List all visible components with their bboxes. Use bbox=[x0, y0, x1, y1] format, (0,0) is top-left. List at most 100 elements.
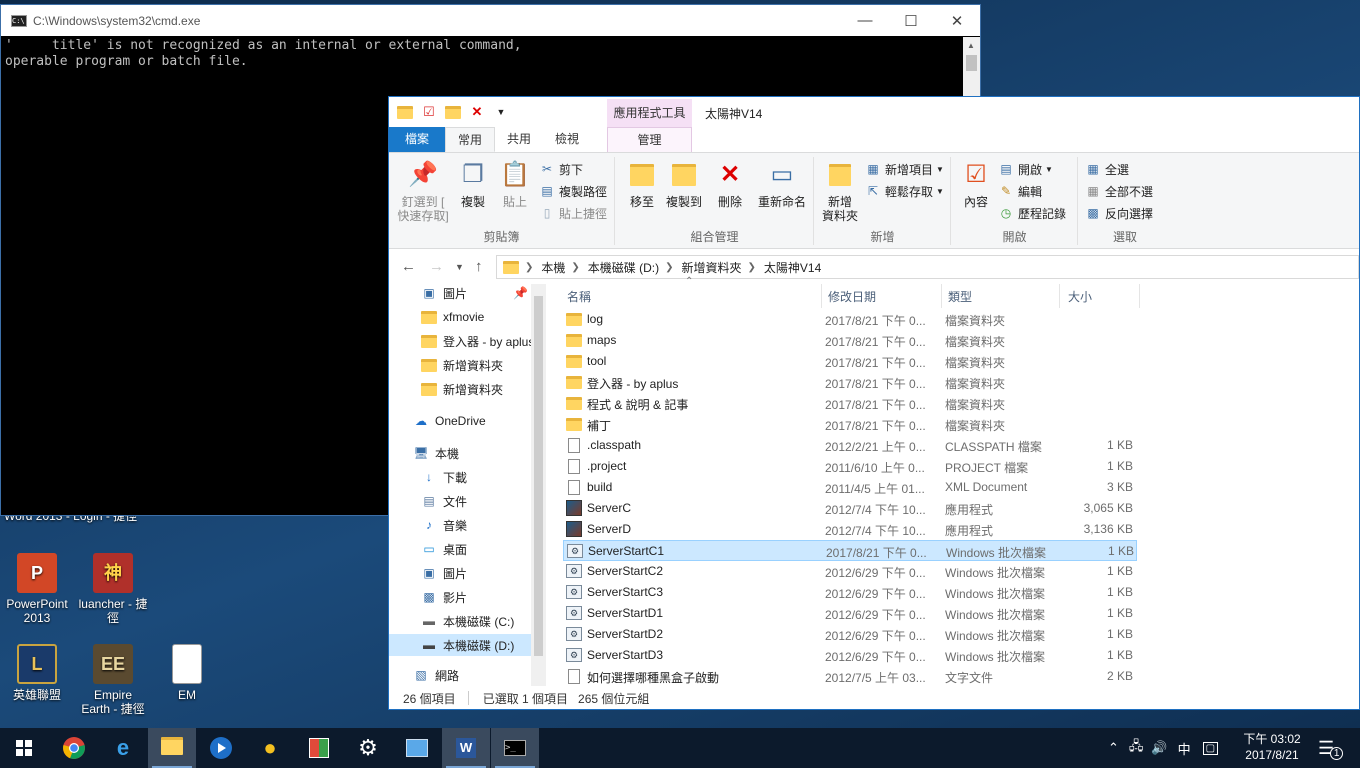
file-row[interactable]: ⚙ ServerStartC2 2012/6/29 下午 0... Windows 批… bbox=[563, 561, 1137, 582]
new-folder-button[interactable]: 新增 資料夾 bbox=[819, 159, 861, 223]
pin-quick-access-button[interactable]: 📌 釘選到 [ 快速存取] bbox=[395, 159, 451, 224]
file-row[interactable]: 補丁 2017/8/21 下午 0... 檔案資料夾 bbox=[563, 414, 1137, 435]
nav-item-downloads[interactable]: ↓ 下載 bbox=[421, 466, 467, 488]
taskbar-settings[interactable]: ⚙ bbox=[344, 728, 392, 768]
file-row[interactable]: 程式 & 說明 & 記事 2017/8/21 下午 0... 檔案資料夾 bbox=[563, 393, 1137, 414]
cmd-output[interactable]: ' title' is not recognized as an interna… bbox=[1, 36, 980, 72]
close-button[interactable]: ✕ bbox=[934, 5, 980, 36]
tab-share[interactable]: 共用 bbox=[495, 127, 543, 152]
file-row[interactable]: ⚙ ServerStartD2 2012/6/29 下午 0... Windows 批… bbox=[563, 624, 1137, 645]
invert-selection-button[interactable]: ▩ 反向選擇 bbox=[1085, 203, 1153, 223]
paste-button[interactable]: 📋 貼上 bbox=[495, 159, 535, 210]
maximize-button[interactable]: ☐ bbox=[888, 5, 934, 36]
desktop-icon-league[interactable]: L 英雄聯盟 bbox=[0, 644, 74, 702]
properties-button[interactable]: ☑ 內容 bbox=[956, 159, 996, 210]
history-button[interactable]: ◷ 歷程記錄 bbox=[998, 203, 1066, 223]
ime-mode-icon[interactable]: ▢ bbox=[1202, 741, 1219, 755]
start-button[interactable] bbox=[0, 728, 48, 768]
column-header-date[interactable]: 修改日期 bbox=[828, 284, 876, 308]
taskbar-word[interactable]: W bbox=[442, 728, 490, 768]
tab-file[interactable]: 檔案 bbox=[389, 127, 446, 152]
volume-icon[interactable]: 🔊 bbox=[1151, 740, 1167, 756]
file-row[interactable]: ⚙ ServerStartC3 2012/6/29 下午 0... Windows 批… bbox=[563, 582, 1137, 603]
scroll-up-icon[interactable]: ▲ bbox=[967, 41, 975, 50]
easy-access-button[interactable]: ⇱ 輕鬆存取 ▼ bbox=[865, 181, 944, 201]
edit-button[interactable]: ✎ 編輯 bbox=[998, 181, 1042, 201]
nav-item-launcher[interactable]: 登入器 - by aplus bbox=[421, 330, 534, 352]
nav-item-drive-d[interactable]: ▬ 本機磁碟 (D:) bbox=[389, 634, 531, 656]
nav-item-drive-c[interactable]: ▬ 本機磁碟 (C:) bbox=[421, 610, 514, 632]
nav-item-this-pc[interactable]: 🖥 本機 bbox=[413, 442, 459, 464]
column-header-type[interactable]: 類型 bbox=[948, 284, 972, 308]
copy-button[interactable]: ❐ 複製 bbox=[453, 159, 493, 210]
file-list[interactable]: ⌃ 名稱 修改日期 類型 大小 log 2017/8/21 下午 0... 檔案資料… bbox=[559, 276, 1359, 687]
paste-shortcut-button[interactable]: ▯ 貼上捷徑 bbox=[539, 203, 607, 223]
scrollbar-thumb[interactable] bbox=[534, 296, 543, 656]
file-row[interactable]: .classpath 2012/2/21 上午 0... CLASSPATH 檔案 1… bbox=[563, 435, 1137, 456]
taskbar-app-grid[interactable] bbox=[295, 728, 343, 768]
nav-item-pictures-2[interactable]: ▣ 圖片 bbox=[421, 562, 467, 584]
tab-manage[interactable]: 管理 bbox=[607, 127, 692, 152]
cmd-titlebar[interactable]: C:\ C:\Windows\system32\cmd.exe — ☐ ✕ bbox=[1, 5, 980, 36]
column-header-size[interactable]: 大小 bbox=[1068, 284, 1092, 308]
nav-item-new-folder[interactable]: 新增資料夾 bbox=[421, 354, 503, 376]
file-row[interactable]: 如何選擇哪種黑盒子啟動 2012/7/5 上午 03... 文字文件 2 KB bbox=[563, 666, 1137, 687]
tab-home[interactable]: 常用 bbox=[445, 127, 496, 152]
network-icon[interactable]: 🖧 bbox=[1129, 737, 1144, 759]
taskbar-chrome[interactable] bbox=[50, 728, 98, 768]
file-row[interactable]: maps 2017/8/21 下午 0... 檔案資料夾 bbox=[563, 330, 1137, 351]
desktop-icon-em[interactable]: EM bbox=[150, 644, 224, 702]
action-center-button[interactable]: ☰ 1 bbox=[1318, 728, 1344, 768]
taskbar-app-yellow[interactable]: ● bbox=[246, 728, 294, 768]
move-to-button[interactable]: 移至 bbox=[624, 159, 660, 209]
file-row[interactable]: ServerD 2012/7/4 下午 10... 應用程式 3,136 KB bbox=[563, 519, 1137, 540]
nav-item-documents[interactable]: ▤ 文件 bbox=[421, 490, 467, 512]
properties-icon[interactable]: ☑ bbox=[421, 104, 437, 120]
navigation-pane[interactable]: ▣ 圖片 📌 xfmovie 登入器 - by aplus 新增資料夾 新增資料… bbox=[389, 284, 546, 686]
recent-locations-icon[interactable]: ▼ bbox=[455, 262, 464, 272]
new-folder-icon[interactable] bbox=[445, 104, 461, 120]
file-row[interactable]: log 2017/8/21 下午 0... 檔案資料夾 bbox=[563, 309, 1137, 330]
cut-button[interactable]: ✂ 剪下 bbox=[539, 159, 583, 179]
file-row[interactable]: ServerC 2012/7/4 下午 10... 應用程式 3,065 KB bbox=[563, 498, 1137, 519]
file-row[interactable]: ⚙ ServerStartD1 2012/6/29 下午 0... Windows 批… bbox=[563, 603, 1137, 624]
desktop-icon-launcher[interactable]: 神 luancher - 捷 徑 bbox=[76, 553, 150, 625]
file-row[interactable]: tool 2017/8/21 下午 0... 檔案資料夾 bbox=[563, 351, 1137, 372]
nav-item-xfmovie[interactable]: xfmovie bbox=[421, 306, 484, 328]
taskbar-app-blue[interactable] bbox=[393, 728, 441, 768]
desktop-icon-empire-earth[interactable]: EE Empire Earth - 捷徑 bbox=[76, 644, 150, 716]
file-row[interactable]: build 2011/4/5 上午 01... XML Document 3 KB bbox=[563, 477, 1137, 498]
nav-item-onedrive[interactable]: ☁ OneDrive bbox=[413, 410, 486, 432]
desktop-icon-powerpoint[interactable]: P PowerPoint 2013 bbox=[0, 553, 74, 625]
taskbar-ie[interactable]: e bbox=[99, 728, 147, 768]
breadcrumb-item[interactable]: 本機磁碟 (D:) bbox=[588, 259, 659, 276]
minimize-button[interactable]: — bbox=[842, 5, 888, 36]
select-all-button[interactable]: ▦ 全選 bbox=[1085, 159, 1129, 179]
up-icon[interactable]: ↑ bbox=[475, 258, 483, 275]
open-button[interactable]: ▤ 開啟 ▼ bbox=[998, 159, 1053, 179]
back-icon[interactable]: ← bbox=[401, 258, 416, 275]
nav-item-network[interactable]: ▧ 網路 bbox=[413, 664, 459, 686]
taskbar-cmd[interactable]: >_ bbox=[491, 728, 539, 768]
copy-to-button[interactable]: 複製到 bbox=[664, 159, 704, 209]
navigation-scrollbar[interactable] bbox=[531, 284, 546, 686]
scrollbar-thumb[interactable] bbox=[966, 55, 977, 71]
file-explorer-window[interactable]: ☑ ✕ ▼ 應用程式工具 太陽神V14 檔案 常用 共用 檢視 管理 📌 釘選到… bbox=[388, 96, 1360, 710]
nav-item-pictures[interactable]: ▣ 圖片 📌 bbox=[421, 284, 528, 304]
forward-icon[interactable]: → bbox=[429, 258, 444, 275]
breadcrumb-item[interactable]: 新增資料夾 bbox=[682, 259, 742, 276]
copy-path-button[interactable]: ▤ 複製路徑 bbox=[539, 181, 607, 201]
tab-view[interactable]: 檢視 bbox=[543, 127, 591, 152]
nav-item-videos[interactable]: ▩ 影片 bbox=[421, 586, 467, 608]
ime-indicator[interactable]: 中 bbox=[1178, 739, 1191, 758]
chevron-up-icon[interactable]: ⌃ bbox=[1108, 740, 1119, 756]
column-header-name[interactable]: 名稱 bbox=[567, 284, 591, 308]
new-item-button[interactable]: ▦ 新增項目 ▼ bbox=[865, 159, 944, 179]
taskbar-file-explorer[interactable] bbox=[148, 728, 196, 768]
file-row[interactable]: .project 2011/6/10 上午 0... PROJECT 檔案 1 KB bbox=[563, 456, 1137, 477]
breadcrumb-item[interactable]: 太陽神V14 bbox=[764, 259, 821, 276]
breadcrumb-item[interactable]: 本機 bbox=[541, 259, 565, 276]
taskbar-media-player[interactable] bbox=[197, 728, 245, 768]
chevron-down-icon[interactable]: ▼ bbox=[493, 104, 509, 120]
nav-item-new-folder-2[interactable]: 新增資料夾 bbox=[421, 378, 503, 400]
